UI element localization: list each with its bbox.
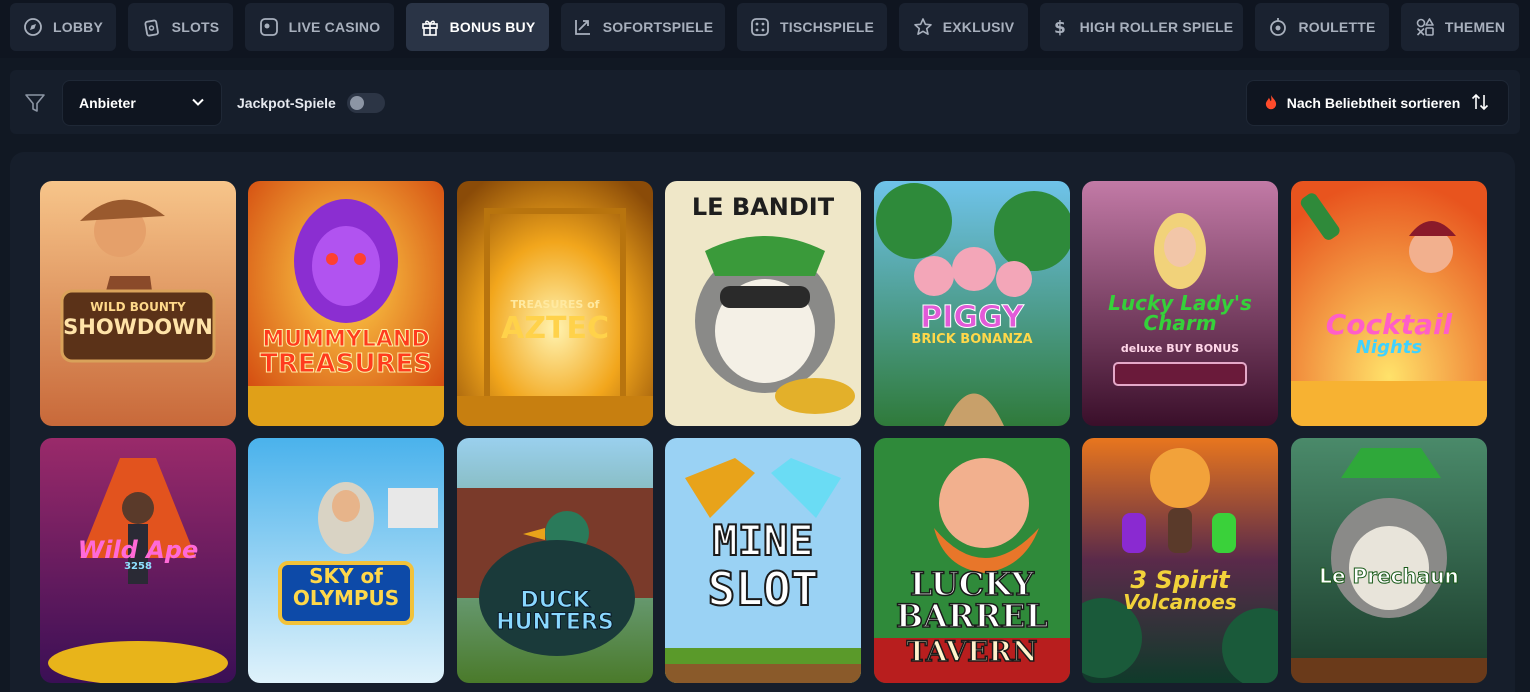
shapes-icon — [1415, 17, 1435, 37]
dollar-icon: $ — [1050, 17, 1070, 37]
nav-label: ROULETTE — [1298, 19, 1376, 35]
jackpot-toggle[interactable] — [347, 93, 385, 113]
nav-label: SOFORTSPIELE — [602, 19, 714, 35]
nav-label: SLOTS — [171, 19, 220, 35]
nav-label: LOBBY — [53, 19, 103, 35]
game-tile-lucky-ladys-charm[interactable]: Lucky Lady's Charm deluxe BUY BONUS — [1082, 181, 1278, 426]
game-tile-le-prechaun[interactable]: Le Prechaun — [1291, 438, 1487, 683]
game-tile-mummyland-treasures[interactable]: MUMMYLAND TREASURES — [248, 181, 444, 426]
star-icon — [913, 17, 933, 37]
sort-button[interactable]: Nach Beliebtheit sortieren — [1246, 80, 1509, 126]
chart-arrow-icon — [573, 17, 593, 37]
game-title: 3 Spirit Volcanoes — [1123, 566, 1237, 614]
jackpot-label: Jackpot-Spiele — [237, 95, 336, 111]
compass-icon — [23, 17, 43, 37]
flame-icon — [1265, 94, 1277, 113]
game-title: MINE SLOT — [707, 516, 820, 616]
game-thumbnail — [1291, 438, 1487, 683]
game-tile-treasures-of-aztec[interactable]: TREASURES of AZTEC — [457, 181, 653, 426]
game-title: Le Prechaun — [1319, 564, 1459, 588]
provider-dropdown[interactable]: Anbieter — [62, 80, 222, 126]
gift-icon — [420, 17, 440, 37]
nav-bonus-buy[interactable]: BONUS BUY — [406, 3, 549, 51]
game-title: LUCKY BARREL TAVERN — [895, 565, 1048, 668]
nav-slots[interactable]: SLOTS — [128, 3, 233, 51]
nav-label: TISCHSPIELE — [780, 19, 874, 35]
nav-label: THEMEN — [1444, 19, 1506, 35]
nav-label: BONUS BUY — [449, 19, 536, 35]
nav-label: HIGH ROLLER SPIELE — [1079, 19, 1234, 35]
game-thumbnail — [1291, 181, 1487, 426]
toggle-knob — [350, 96, 364, 110]
game-title: TREASURES of AZTEC — [501, 298, 609, 346]
provider-label: Anbieter — [79, 95, 136, 111]
nav-lobby[interactable]: LOBBY — [10, 3, 116, 51]
game-tile-le-bandit[interactable]: LE BANDIT — [665, 181, 861, 426]
slot-cards-icon — [142, 17, 162, 37]
game-title: PIGGY BRICK BONANZA — [911, 300, 1033, 347]
game-tile-mine-slot[interactable]: MINE SLOT — [665, 438, 861, 683]
game-tile-duck-hunters[interactable]: DUCK HUNTERS — [457, 438, 653, 683]
filter-bar: Anbieter Jackpot-Spiele Nach Beliebtheit… — [10, 70, 1520, 134]
nav-label: EXKLUSIV — [942, 19, 1015, 35]
sort-arrows-icon — [1470, 92, 1490, 115]
chevron-down-icon — [191, 95, 205, 112]
sort-label: Nach Beliebtheit sortieren — [1286, 95, 1461, 111]
game-title: Lucky Lady's Charm deluxe BUY BONUS — [1108, 291, 1252, 355]
live-screen-icon — [259, 17, 279, 37]
category-nav: LOBBY SLOTS LIVE CASINO BONUS BUY SOFORT… — [0, 0, 1530, 58]
game-title: SKY of OLYMPUS — [292, 564, 400, 610]
nav-tischspiele[interactable]: TISCHSPIELE — [737, 3, 887, 51]
game-title: MUMMYLAND TREASURES — [260, 327, 433, 379]
nav-roulette[interactable]: ROULETTE — [1255, 3, 1389, 51]
dice-icon — [750, 17, 770, 37]
game-thumbnail — [1082, 438, 1278, 683]
game-grid: WILD BOUNTY SHOWDOWN MUMMYLAND TREASURES… — [10, 152, 1515, 692]
game-title: Cocktail Nights — [1325, 308, 1453, 358]
game-tile-3-spirit-volcanoes[interactable]: 3 Spirit Volcanoes — [1082, 438, 1278, 683]
nav-label: LIVE CASINO — [288, 19, 381, 35]
game-tile-wild-ape[interactable]: Wild Ape 3258 — [40, 438, 236, 683]
game-title: Wild Ape 3258 — [77, 536, 199, 572]
game-thumbnail — [248, 181, 444, 426]
filter-funnel-icon[interactable] — [24, 92, 46, 114]
nav-high-roller[interactable]: $ HIGH ROLLER SPIELE — [1040, 3, 1243, 51]
game-title: LE BANDIT — [691, 193, 835, 221]
nav-live-casino[interactable]: LIVE CASINO — [245, 3, 394, 51]
roulette-icon — [1268, 17, 1288, 37]
game-title: WILD BOUNTY SHOWDOWN — [63, 300, 213, 339]
game-title: DUCK HUNTERS — [496, 588, 615, 635]
game-thumbnail — [248, 438, 444, 683]
game-tile-cocktail-nights[interactable]: Cocktail Nights — [1291, 181, 1487, 426]
nav-sofortspiele[interactable]: SOFORTSPIELE — [561, 3, 725, 51]
svg-text:$: $ — [1054, 18, 1066, 37]
game-tile-piggy-brick-bonanza[interactable]: PIGGY BRICK BONANZA — [874, 181, 1070, 426]
nav-themen[interactable]: THEMEN — [1401, 3, 1519, 51]
game-tile-sky-of-olympus[interactable]: SKY of OLYMPUS — [248, 438, 444, 683]
nav-exklusiv[interactable]: EXKLUSIV — [899, 3, 1028, 51]
game-tile-wild-bounty-showdown[interactable]: WILD BOUNTY SHOWDOWN — [40, 181, 236, 426]
game-tile-lucky-barrel-tavern[interactable]: LUCKY BARREL TAVERN — [874, 438, 1070, 683]
game-thumbnail — [457, 438, 653, 683]
